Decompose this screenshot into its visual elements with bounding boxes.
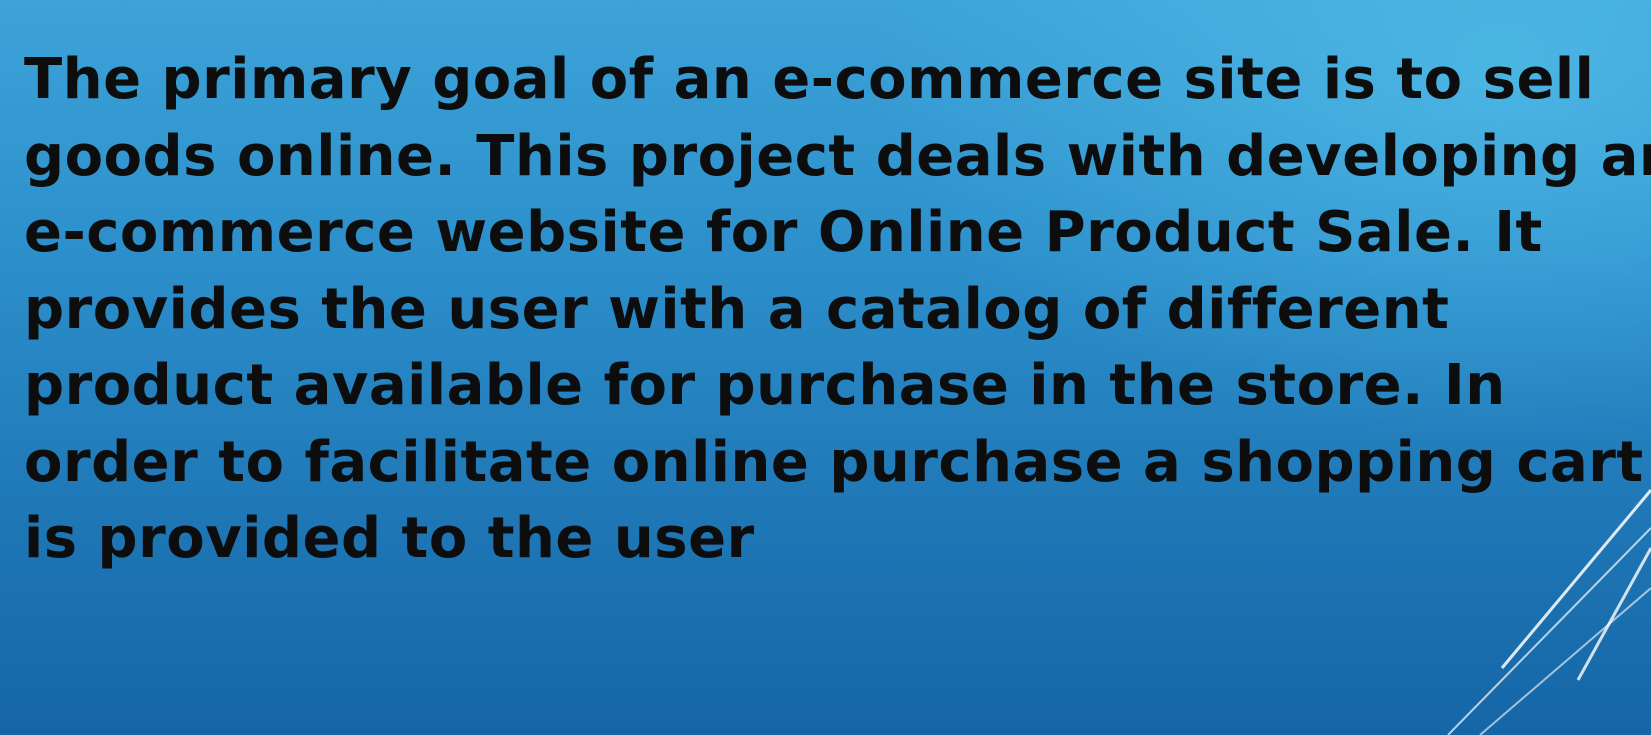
body-line-2: goods online. This project deals with de… xyxy=(24,123,1651,189)
deco-line-4 xyxy=(1479,587,1651,735)
body-line-5: product available for purchase in the st… xyxy=(24,353,1506,418)
slide-body-text: The primary goal of an e-commerce site i… xyxy=(24,42,1651,578)
body-line-4: provides the user with a catalog of diff… xyxy=(24,276,1450,342)
body-line-1: The primary goal of an e-commerce site i… xyxy=(24,47,1595,112)
body-line-7: is provided to the user xyxy=(24,506,755,571)
body-line-3: e-commerce website for Online Product Sa… xyxy=(24,200,1543,265)
body-line-6: order to facilitate online purchase a sh… xyxy=(24,429,1644,495)
slide: The primary goal of an e-commerce site i… xyxy=(0,0,1651,735)
